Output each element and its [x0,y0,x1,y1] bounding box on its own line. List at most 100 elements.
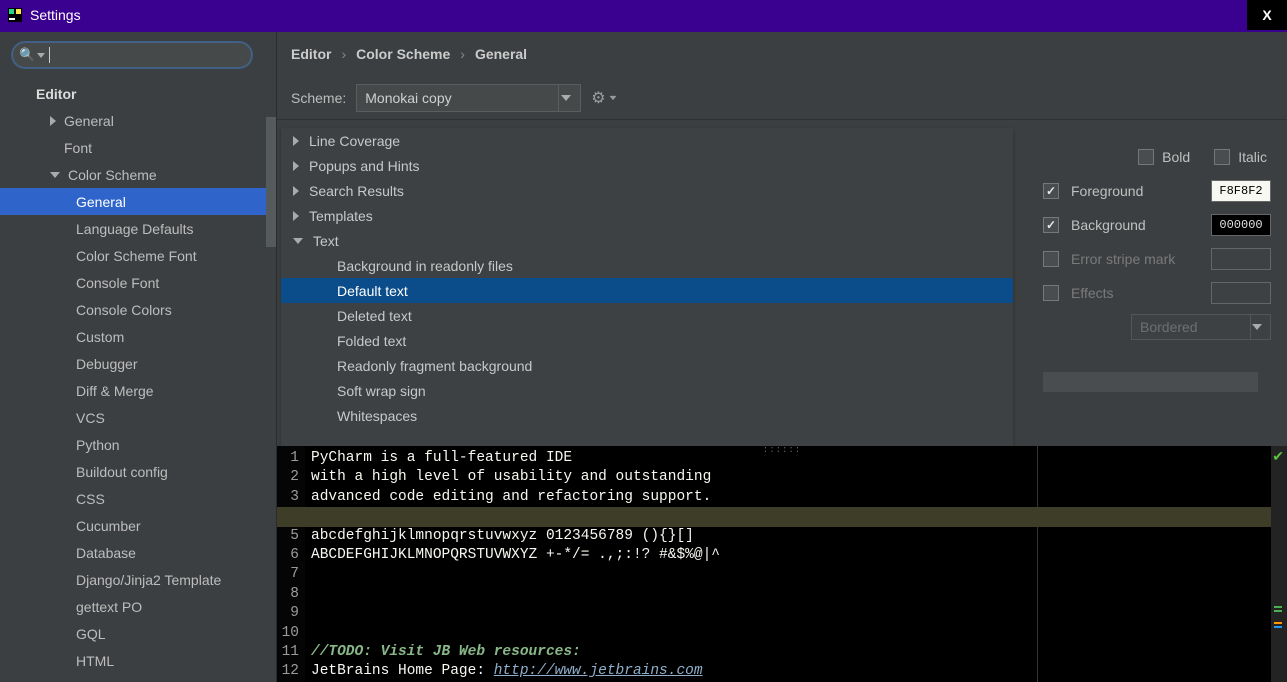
chevron-right-icon [293,186,299,196]
sidebar-item-console-font[interactable]: Console Font [0,269,276,296]
sidebar-item-label: Language Defaults [76,221,194,237]
code-area[interactable]: PyCharm is a full-featured IDEwith a hig… [305,446,1287,682]
effects-checkbox[interactable] [1043,285,1059,301]
code-line [311,604,1287,623]
scheme-row: Scheme: Monokai copy ⚙ [277,76,1287,120]
sidebar-item-cucumber[interactable]: Cucumber [0,512,276,539]
code-text: JetBrains Home Page: [311,663,494,679]
attribute-tree[interactable]: Line CoveragePopups and Hints Search Resu… [281,128,1013,446]
sidebar-item-debugger[interactable]: Debugger [0,350,276,377]
chevron-down-icon [50,172,60,178]
sidebar-tree[interactable]: Editor GeneralFontColor SchemeGeneralLan… [0,72,276,682]
tree-group-label: Templates [309,208,373,224]
tree-item-readonly-fragment-background[interactable]: Readonly fragment background [281,353,1013,378]
foreground-checkbox[interactable] [1043,183,1059,199]
sidebar-item-general[interactable]: General [0,188,276,215]
line-number: 11 [277,643,299,662]
breadcrumb-color-scheme[interactable]: Color Scheme [356,46,450,62]
sidebar-item-label: Python [76,437,120,453]
tree-group-line-coverage[interactable]: Line Coverage [281,128,1013,153]
sidebar-item-python[interactable]: Python [0,431,276,458]
sidebar-item-label: Debugger [76,356,138,372]
line-number: 6 [277,546,299,565]
titlebar: Settings X [0,0,1287,30]
tree-group-label: Search Results [309,183,404,199]
line-number: 12 [277,662,299,681]
bold-checkbox[interactable] [1138,149,1154,165]
sidebar-item-custom[interactable]: Custom [0,323,276,350]
tree-item-label: Readonly fragment background [337,358,532,374]
chevron-right-icon [293,211,299,221]
line-number: 9 [277,604,299,623]
gutter: 123456789101112 [277,446,305,682]
sidebar-item-font[interactable]: Font [0,134,276,161]
search-input[interactable]: 🔍 [12,42,252,68]
search-filter-caret-icon[interactable] [37,53,45,58]
tree-group-popups-and-hints[interactable]: Popups and Hints [281,153,1013,178]
chevron-right-icon [50,116,56,126]
tree-item-default-text[interactable]: Default text [281,278,1013,303]
effects-label: Effects [1071,285,1114,301]
tree-item-deleted-text[interactable]: Deleted text [281,303,1013,328]
main-panel: Editor › Color Scheme › General Scheme: … [277,32,1287,682]
breadcrumb-general[interactable]: General [475,46,527,62]
background-label: Background [1071,217,1146,233]
sidebar-heading-label: Editor [36,86,76,102]
sidebar-item-gql[interactable]: GQL [0,620,276,647]
tree-item-label: Background in readonly files [337,258,513,274]
breadcrumb-editor[interactable]: Editor [291,46,331,62]
sidebar-item-label: Console Colors [76,302,172,318]
sidebar-item-buildout-config[interactable]: Buildout config [0,458,276,485]
sidebar-item-label: CSS [76,491,105,507]
sidebar-item-css[interactable]: CSS [0,485,276,512]
italic-checkbox[interactable] [1214,149,1230,165]
sidebar-item-label: Database [76,545,136,561]
error-stripe-checkbox[interactable] [1043,251,1059,267]
close-button[interactable]: X [1247,0,1287,30]
error-stripe-color-swatch[interactable] [1211,248,1271,270]
code-line: JetBrains Home Page: http://www.jetbrain… [311,662,1287,681]
sidebar-item-django-jinja2-template[interactable]: Django/Jinja2 Template [0,566,276,593]
sidebar-item-color-scheme[interactable]: Color Scheme [0,161,276,188]
line-number: 7 [277,565,299,584]
sidebar-item-html[interactable]: HTML [0,647,276,674]
sidebar-item-label: Cucumber [76,518,141,534]
scheme-gear-button[interactable]: ⚙ [591,88,625,108]
tree-item-background-in-readonly-files[interactable]: Background in readonly files [281,253,1013,278]
tree-item-soft-wrap-sign[interactable]: Soft wrap sign [281,378,1013,403]
preview-editor[interactable]: :::::: 123456789101112 PyCharm is a full… [277,446,1287,682]
chevron-right-icon: › [341,46,346,62]
line-number: 1 [277,449,299,468]
text-cursor [49,47,50,63]
sidebar-item-language-defaults[interactable]: Language Defaults [0,215,276,242]
content-row: Line CoveragePopups and Hints Search Resu… [277,120,1287,446]
sidebar-item-gettext-po[interactable]: gettext PO [0,593,276,620]
window-title: Settings [30,7,81,23]
tree-group-search-results[interactable]: Search Results [281,178,1013,203]
sidebar-item-diff-merge[interactable]: Diff & Merge [0,377,276,404]
sidebar-item-color-scheme-font[interactable]: Color Scheme Font [0,242,276,269]
sidebar-item-label: VCS [76,410,105,426]
pycharm-icon [6,6,24,24]
tree-group-templates[interactable]: Templates [281,203,1013,228]
foreground-color-swatch[interactable]: F8F8F2 [1211,180,1271,202]
background-color-swatch[interactable]: 000000 [1211,214,1271,236]
tree-item-whitespaces[interactable]: Whitespaces [281,403,1013,428]
sidebar-scrollbar[interactable] [266,117,276,247]
sidebar-heading-editor[interactable]: Editor [0,80,276,107]
tree-group-text[interactable]: Text [281,228,1013,253]
background-checkbox[interactable] [1043,217,1059,233]
sidebar-item-database[interactable]: Database [0,539,276,566]
effects-color-swatch[interactable] [1211,282,1271,304]
code-line [311,507,1287,526]
line-number: 5 [277,527,299,546]
dropdown-arrow-icon[interactable] [558,85,580,111]
scheme-dropdown[interactable]: Monokai copy [356,84,581,112]
effects-type-dropdown[interactable]: Bordered [1131,314,1271,340]
sidebar-item-general[interactable]: General [0,107,276,134]
sidebar-item-console-colors[interactable]: Console Colors [0,296,276,323]
tree-item-folded-text[interactable]: Folded text [281,328,1013,353]
sidebar-item-vcs[interactable]: VCS [0,404,276,431]
sidebar-item-label: gettext PO [76,599,142,615]
hyperlink[interactable]: http://www.jetbrains.com [494,663,703,679]
